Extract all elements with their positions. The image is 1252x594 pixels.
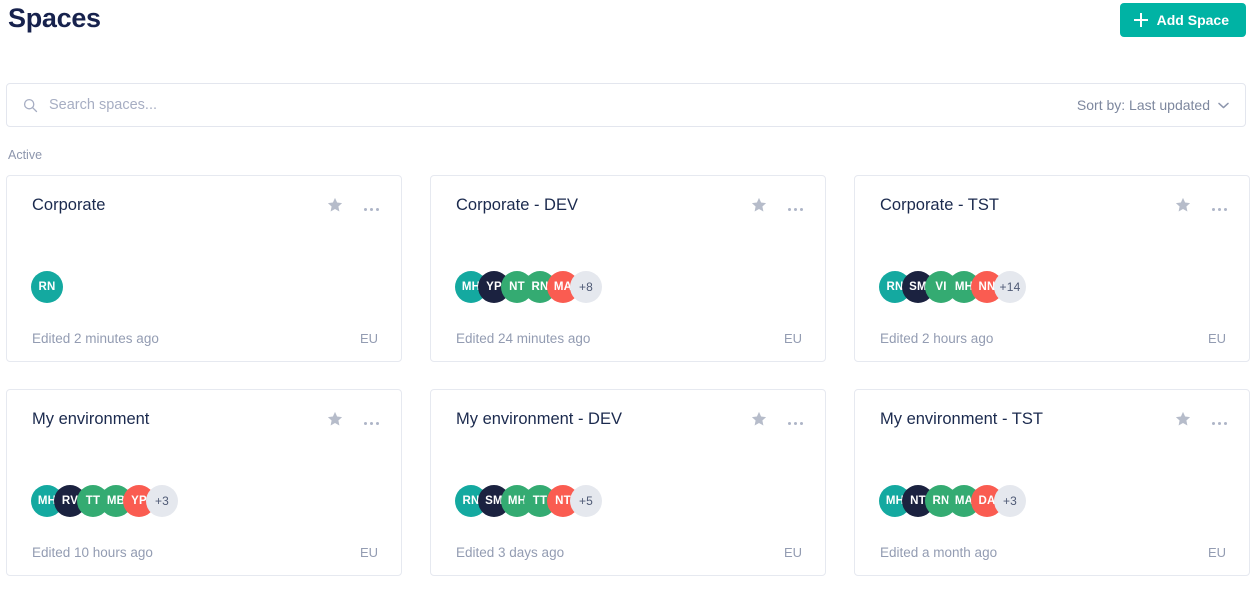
- space-card[interactable]: Corporate - DEV MH YP NT RN MA +8 Edited 24 m…: [430, 175, 826, 362]
- space-card[interactable]: My environment MH RV TT MB YP +3 Edited 10 ho…: [6, 389, 402, 576]
- region-label: EU: [359, 331, 378, 346]
- space-title: Corporate - TST: [880, 196, 999, 214]
- star-icon[interactable]: [327, 197, 343, 213]
- member-avatars: MH RV TT MB YP +3: [31, 485, 178, 517]
- chevron-down-icon: [1218, 102, 1229, 108]
- card-actions: [1175, 194, 1227, 213]
- card-actions: [751, 408, 803, 427]
- edited-timestamp: Edited a month ago: [880, 545, 998, 560]
- member-avatars: RN: [31, 271, 63, 303]
- card-footer: Edited 2 minutes ago EU: [32, 331, 378, 346]
- search-bar[interactable]: Sort by: Last updated: [6, 83, 1246, 127]
- avatar-overflow-count[interactable]: +8: [570, 271, 602, 303]
- more-options-icon[interactable]: [788, 414, 803, 425]
- card-actions: [1175, 408, 1227, 427]
- card-footer: Edited a month ago EU: [880, 545, 1226, 560]
- section-label-active: Active: [8, 148, 43, 162]
- more-options-icon[interactable]: [1212, 200, 1227, 211]
- space-title: My environment - TST: [880, 410, 1043, 428]
- card-header: Corporate - TST: [880, 194, 1227, 216]
- card-header: My environment - DEV: [456, 408, 803, 430]
- card-footer: Edited 3 days ago EU: [456, 545, 802, 560]
- card-actions: [751, 194, 803, 213]
- region-label: EU: [783, 331, 802, 346]
- member-avatars: MH YP NT RN MA +8: [455, 271, 602, 303]
- page-title: Spaces: [8, 3, 101, 33]
- member-avatars: RN SM VI MH NN +14: [879, 271, 1026, 303]
- add-space-label: Add Space: [1156, 12, 1229, 28]
- avatar-overflow-count[interactable]: +3: [146, 485, 178, 517]
- space-title: Corporate: [32, 196, 106, 214]
- space-title: Corporate - DEV: [456, 196, 578, 214]
- edited-timestamp: Edited 3 days ago: [456, 545, 565, 560]
- avatar-overflow-count[interactable]: +3: [994, 485, 1026, 517]
- avatar-overflow-count[interactable]: +5: [570, 485, 602, 517]
- add-space-button[interactable]: Add Space: [1119, 3, 1246, 37]
- space-card[interactable]: My environment - DEV RN SM MH TT NT +5 Edited…: [430, 389, 826, 576]
- search-input[interactable]: [49, 85, 1077, 125]
- member-avatars: RN SM MH TT NT +5: [455, 485, 602, 517]
- card-footer: Edited 10 hours ago EU: [32, 545, 378, 560]
- more-options-icon[interactable]: [364, 414, 379, 425]
- plus-icon: [1133, 13, 1148, 27]
- card-header: Corporate - DEV: [456, 194, 803, 216]
- card-actions: [327, 408, 379, 427]
- more-options-icon[interactable]: [1212, 414, 1227, 425]
- region-label: EU: [1207, 331, 1226, 346]
- region-label: EU: [783, 545, 802, 560]
- card-header: My environment - TST: [880, 408, 1227, 430]
- region-label: EU: [359, 545, 378, 560]
- star-icon[interactable]: [751, 411, 767, 427]
- card-footer: Edited 24 minutes ago EU: [456, 331, 802, 346]
- more-options-icon[interactable]: [788, 200, 803, 211]
- card-header: Corporate: [32, 194, 379, 216]
- member-avatars: MH NT RN MA DA +3: [879, 485, 1026, 517]
- sort-by-dropdown[interactable]: Sort by: Last updated: [1077, 97, 1231, 113]
- card-actions: [327, 194, 379, 213]
- card-header: My environment: [32, 408, 379, 430]
- star-icon[interactable]: [751, 197, 767, 213]
- search-left-group: [23, 85, 1077, 125]
- edited-timestamp: Edited 10 hours ago: [32, 545, 153, 560]
- edited-timestamp: Edited 24 minutes ago: [456, 331, 591, 346]
- more-options-icon[interactable]: [364, 200, 379, 211]
- edited-timestamp: Edited 2 hours ago: [880, 331, 994, 346]
- region-label: EU: [1207, 545, 1226, 560]
- star-icon[interactable]: [1175, 197, 1191, 213]
- avatar[interactable]: RN: [31, 271, 63, 303]
- card-footer: Edited 2 hours ago EU: [880, 331, 1226, 346]
- spaces-grid: Corporate RN Edited 2 minutes ago EU Cor…: [6, 175, 1250, 576]
- space-title: My environment - DEV: [456, 410, 622, 428]
- search-icon: [23, 98, 38, 112]
- space-card[interactable]: My environment - TST MH NT RN MA DA +3 Edited…: [854, 389, 1250, 576]
- spaces-page: Spaces Add Space Sort by: Last updated A…: [0, 0, 1252, 594]
- space-card[interactable]: Corporate RN Edited 2 minutes ago EU: [6, 175, 402, 362]
- sort-by-label: Sort by: Last updated: [1076, 97, 1210, 113]
- space-card[interactable]: Corporate - TST RN SM VI MH NN +14 Edited 2 h…: [854, 175, 1250, 362]
- star-icon[interactable]: [327, 411, 343, 427]
- avatar-overflow-count[interactable]: +14: [994, 271, 1026, 303]
- space-title: My environment: [32, 410, 150, 428]
- page-header: Spaces Add Space: [6, 0, 1246, 58]
- edited-timestamp: Edited 2 minutes ago: [32, 331, 159, 346]
- star-icon[interactable]: [1175, 411, 1191, 427]
